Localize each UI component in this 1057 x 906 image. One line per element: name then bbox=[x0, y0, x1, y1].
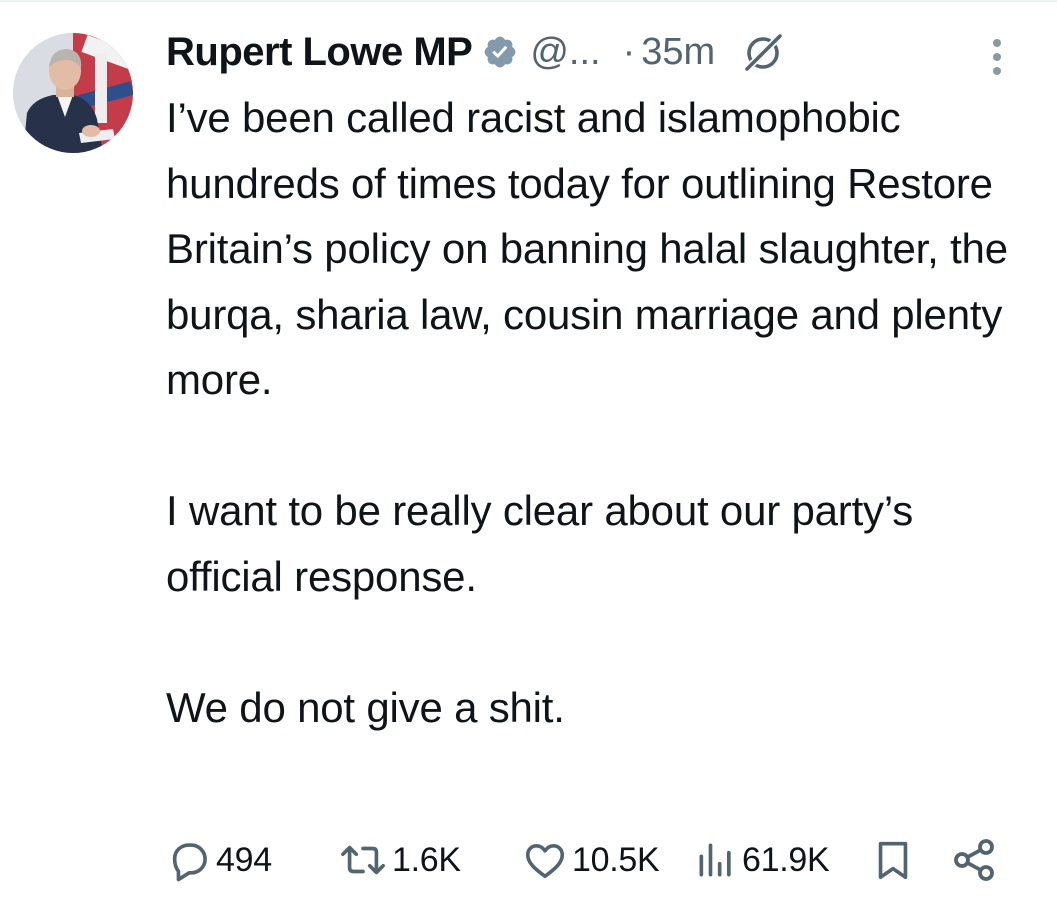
tweet-text: I’ve been called racist and islamophobic… bbox=[166, 85, 1036, 740]
repost-count: 1.6K bbox=[392, 840, 461, 879]
reply-button[interactable]: 494 bbox=[166, 832, 272, 888]
author-handle[interactable]: @... bbox=[530, 31, 600, 74]
grok-icon[interactable] bbox=[741, 30, 785, 74]
separator-dot: · bbox=[622, 30, 636, 73]
bookmark-button[interactable] bbox=[870, 832, 916, 888]
tweet-paragraph: I want to be really clear about our part… bbox=[166, 487, 914, 600]
like-button[interactable]: 10.5K bbox=[522, 832, 660, 888]
action-bar: 494 1.6K 10.5K 61.9K bbox=[166, 832, 1006, 888]
views-count: 61.9K bbox=[742, 840, 830, 879]
reply-icon bbox=[166, 837, 212, 883]
avatar[interactable] bbox=[13, 33, 133, 153]
bookmark-icon bbox=[870, 837, 916, 883]
repost-icon bbox=[338, 837, 388, 883]
tweet-paragraph: I’ve been called racist and islamophobic… bbox=[166, 94, 1008, 403]
author-display-name[interactable]: Rupert Lowe MP bbox=[166, 30, 473, 75]
reply-count: 494 bbox=[216, 840, 272, 879]
share-button[interactable] bbox=[950, 832, 998, 888]
share-icon bbox=[950, 836, 998, 884]
like-count: 10.5K bbox=[572, 840, 660, 879]
repost-button[interactable]: 1.6K bbox=[338, 832, 461, 888]
like-icon bbox=[522, 837, 568, 883]
tweet-paragraph: We do not give a shit. bbox=[166, 683, 565, 731]
more-icon[interactable] bbox=[984, 36, 1010, 78]
top-divider bbox=[0, 0, 1057, 2]
timestamp[interactable]: 35m bbox=[641, 31, 715, 74]
views-icon bbox=[694, 837, 738, 883]
verified-badge-icon bbox=[482, 34, 518, 70]
views-button[interactable]: 61.9K bbox=[694, 832, 830, 888]
tweet-header: Rupert Lowe MP @... · 35m bbox=[166, 26, 785, 78]
